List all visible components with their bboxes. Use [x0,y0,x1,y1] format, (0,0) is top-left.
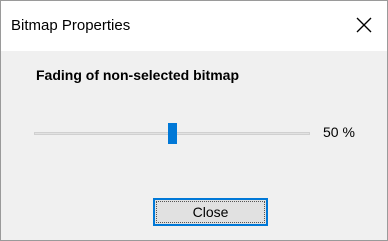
bitmap-properties-dialog: Bitmap Properties Fading of non-selected… [0,0,388,241]
fading-heading: Fading of non-selected bitmap [36,67,240,83]
close-button[interactable]: Close [153,198,268,226]
dialog-title: Bitmap Properties [11,17,131,34]
slider-value-label: 50 % [323,124,355,140]
fading-slider[interactable] [34,122,310,146]
close-icon-glyph [356,17,372,33]
slider-thumb[interactable] [168,123,177,144]
title-bar[interactable]: Bitmap Properties [1,1,387,51]
close-icon[interactable] [347,10,381,40]
